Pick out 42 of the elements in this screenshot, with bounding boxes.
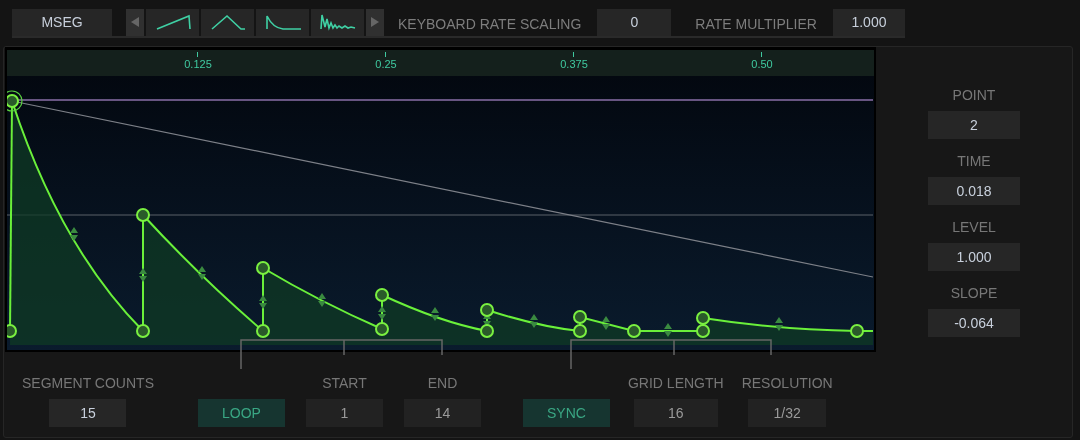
field-label: SEGMENT COUNTS (22, 375, 154, 391)
tick-label: 0.125 (184, 58, 212, 70)
rate-multiplier-field[interactable]: 1.000 (832, 8, 905, 36)
tick-label: 0.50 (751, 58, 773, 70)
field-label: GRID LENGTH (628, 375, 724, 391)
value-field[interactable]: 1.000 (928, 243, 1020, 271)
preset-button[interactable] (311, 8, 364, 36)
value-field[interactable]: -0.064 (928, 309, 1020, 337)
value-field[interactable]: 0.018 (928, 177, 1020, 205)
preset-button[interactable] (256, 8, 309, 36)
field-label: LEVEL (952, 219, 996, 235)
loop-button[interactable]: LOOP (198, 399, 285, 427)
tick-mark (761, 52, 762, 57)
keyboard-rate-scaling-field[interactable]: 0 (597, 8, 672, 36)
value-field[interactable]: 2 (928, 111, 1020, 139)
field-label: SLOPE (950, 285, 998, 301)
left-triangle-icon (131, 17, 139, 27)
tick-mark (573, 52, 574, 57)
field-label: POINT (952, 87, 996, 103)
grid-length-field[interactable]: 16 (633, 399, 718, 427)
next-button[interactable] (366, 8, 384, 36)
bounce-decay-icon (317, 13, 358, 31)
tick-label: 0.25 (375, 58, 397, 70)
field-label: END (427, 375, 458, 391)
preset-button[interactable] (201, 8, 254, 36)
mseg-button[interactable]: MSEG (12, 8, 112, 36)
tick-label: 0.375 (560, 58, 588, 70)
field-label: KEYBOARD RATE SCALING (398, 15, 583, 34)
loop-end-field[interactable]: 14 (404, 399, 481, 427)
field-label: RESOLUTION (741, 375, 833, 391)
right-triangle-icon (371, 17, 379, 27)
tick-mark (385, 52, 386, 57)
field-label: RATE MULTIPLIER (695, 15, 818, 34)
sync-button[interactable]: SYNC (523, 399, 610, 427)
loop-start-field[interactable]: 1 (306, 399, 383, 427)
resolution-field[interactable]: 1/32 (748, 399, 827, 427)
field-label: START (322, 375, 367, 391)
field-label: TIME (957, 153, 991, 169)
preset-button[interactable] (146, 8, 199, 36)
tick-mark (197, 52, 198, 57)
segment-counts-field[interactable]: 15 (49, 399, 127, 427)
previous-button[interactable] (126, 8, 144, 36)
